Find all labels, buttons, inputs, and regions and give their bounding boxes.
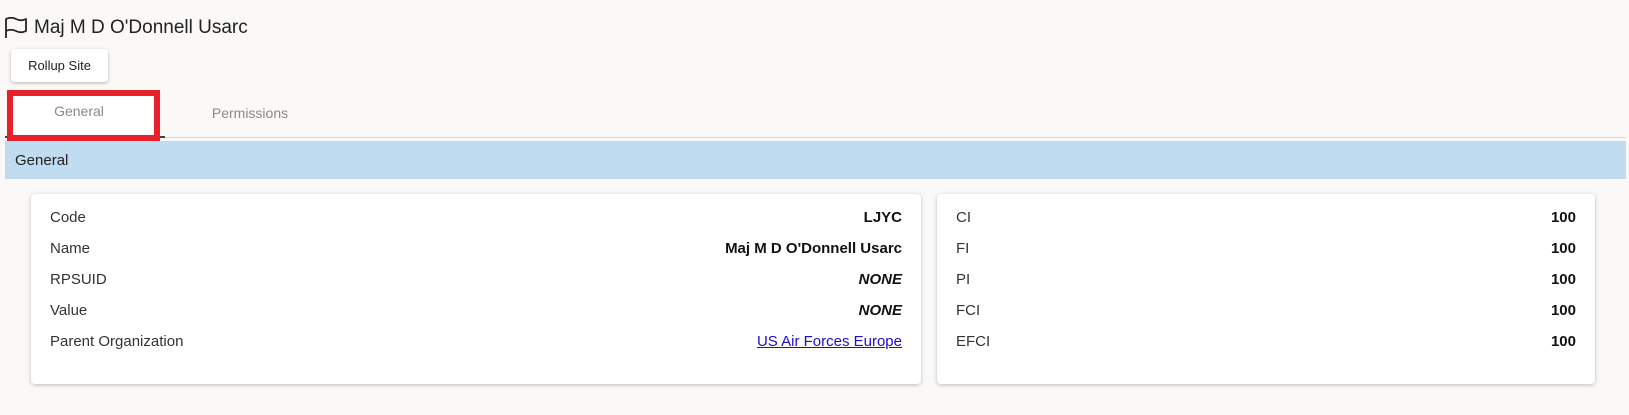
index-label: PI <box>956 270 971 288</box>
flag-icon <box>4 17 28 39</box>
rollup-site-button[interactable]: Rollup Site <box>11 49 108 82</box>
section-header-general[interactable]: General <box>5 141 1626 179</box>
detail-label: Name <box>50 239 91 257</box>
detail-label: Parent Organization <box>50 332 184 350</box>
detail-value: LJYC <box>863 208 902 226</box>
indices-card: CI 100 FI 100 PI 100 FCI 100 EFCI 100 <box>937 194 1595 384</box>
index-row-pi: PI 100 <box>956 268 1576 290</box>
detail-row-rpsuid: RPSUID NONE <box>50 268 902 290</box>
index-row-ci: CI 100 <box>956 206 1576 228</box>
index-label: FCI <box>956 301 981 319</box>
tab-general[interactable]: General <box>5 90 165 141</box>
detail-label: Value <box>50 301 88 319</box>
details-card: Code LJYC Name Maj M D O'Donnell Usarc R… <box>31 194 921 384</box>
tab-general-label: General <box>54 103 104 119</box>
index-label: CI <box>956 208 971 226</box>
index-row-fi: FI 100 <box>956 237 1576 259</box>
tab-bar: General Permissions <box>5 90 1626 141</box>
index-value: 100 <box>1550 208 1576 226</box>
index-value: 100 <box>1550 301 1576 319</box>
detail-value: NONE <box>858 270 902 288</box>
detail-value: NONE <box>858 301 902 319</box>
tab-permissions-label: Permissions <box>211 105 289 121</box>
index-label: FI <box>956 239 970 257</box>
detail-label: Code <box>50 208 86 226</box>
section-title: General <box>15 151 69 169</box>
index-value: 100 <box>1550 270 1576 288</box>
detail-row-code: Code LJYC <box>50 206 902 228</box>
parent-organization-link[interactable]: US Air Forces Europe <box>757 333 902 350</box>
detail-row-parent-organization: Parent Organization US Air Forces Europe <box>50 330 902 352</box>
detail-label: RPSUID <box>50 270 107 288</box>
index-value: 100 <box>1550 332 1576 350</box>
index-label: EFCI <box>956 332 991 350</box>
index-value: 100 <box>1550 239 1576 257</box>
detail-row-name: Name Maj M D O'Donnell Usarc <box>50 237 902 259</box>
index-row-fci: FCI 100 <box>956 299 1576 321</box>
page-title: Maj M D O'Donnell Usarc <box>34 17 248 38</box>
page: Maj M D O'Donnell Usarc Rollup Site Gene… <box>0 0 1629 415</box>
tab-permissions[interactable]: Permissions <box>170 90 330 136</box>
page-header: Maj M D O'Donnell Usarc <box>4 14 248 42</box>
index-row-efci: EFCI 100 <box>956 330 1576 352</box>
detail-row-value: Value NONE <box>50 299 902 321</box>
detail-value: Maj M D O'Donnell Usarc <box>725 239 902 257</box>
